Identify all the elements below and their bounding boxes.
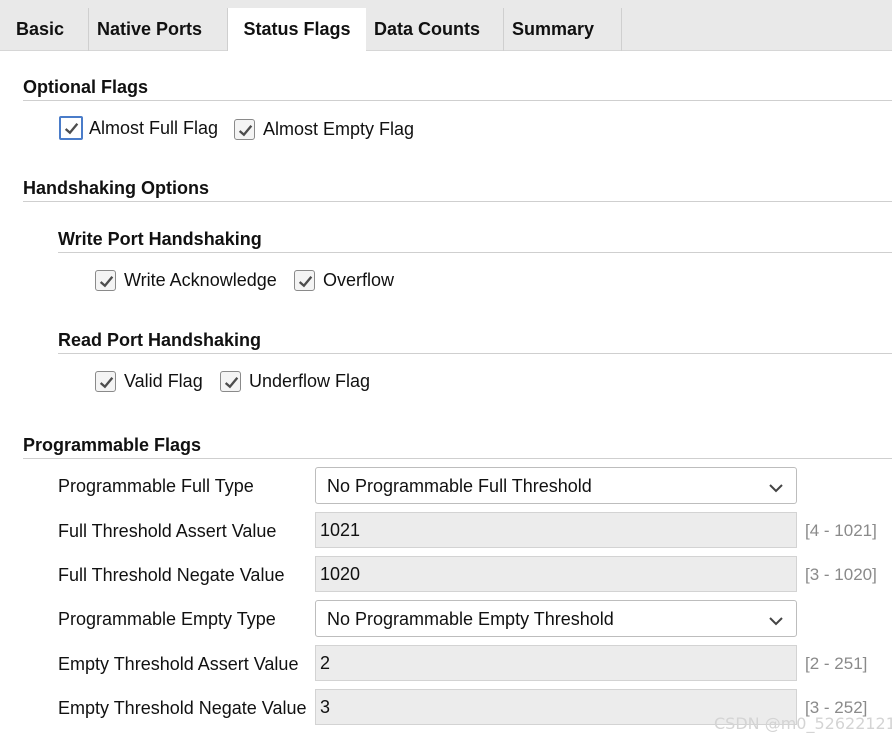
full-threshold-assert-field[interactable] [315,512,797,548]
full-threshold-negate-input[interactable] [316,557,796,591]
full-threshold-negate-field[interactable] [315,556,797,592]
programmable-empty-type-label: Programmable Empty Type [58,609,276,629]
checkbox-checked-icon [234,118,255,140]
empty-threshold-negate-label: Empty Threshold Negate Value [58,698,307,718]
almost-full-flag-label: Almost Full Flag [89,117,219,138]
write-acknowledge-checkbox[interactable]: Write Acknowledge [95,268,277,292]
underflow-flag-label: Underflow Flag [249,370,371,391]
almost-empty-flag-label: Almost Empty Flag [263,118,415,139]
read-port-handshaking-title: Read Port Handshaking [58,330,262,350]
write-port-handshaking-title: Write Port Handshaking [58,229,262,249]
tab-summary[interactable]: Summary [504,8,622,51]
divider [23,201,892,202]
checkbox-checked-icon [59,116,83,140]
programmable-flags-title: Programmable Flags [23,435,202,455]
watermark: CSDN @m0_52622121 [714,714,892,733]
tab-data-counts-label: Data Counts [374,19,481,39]
programmable-full-type-select[interactable]: No Programmable Full Threshold [315,467,797,504]
empty-threshold-assert-range: [2 - 251] [805,654,868,673]
full-threshold-negate-label: Full Threshold Negate Value [58,565,285,585]
overflow-label: Overflow [323,269,395,290]
divider [58,252,892,253]
full-threshold-negate-range: [3 - 1020] [805,565,877,584]
checkbox-checked-icon [95,370,116,392]
overflow-checkbox[interactable]: Overflow [294,268,394,292]
chevron-down-icon [768,479,784,500]
optional-flags-title: Optional Flags [23,77,149,97]
valid-flag-checkbox[interactable]: Valid Flag [95,369,203,393]
programmable-empty-type-select[interactable]: No Programmable Empty Threshold [315,600,797,637]
empty-threshold-assert-label: Empty Threshold Assert Value [58,654,299,674]
tab-status-flags[interactable]: Status Flags [228,8,366,52]
empty-threshold-assert-field[interactable] [315,645,797,681]
checkbox-checked-icon [220,370,241,392]
write-acknowledge-label: Write Acknowledge [124,269,277,290]
tab-basic-label: Basic [16,19,65,39]
divider [58,353,892,354]
full-threshold-assert-label: Full Threshold Assert Value [58,521,277,541]
tab-bar: Basic Native Ports Status Flags Data Cou… [0,0,892,52]
tab-data-counts[interactable]: Data Counts [366,8,504,51]
full-threshold-assert-input[interactable] [316,513,796,547]
programmable-full-type-value: No Programmable Full Threshold [327,476,592,496]
tab-summary-label: Summary [512,19,595,39]
almost-full-flag-checkbox[interactable]: Almost Full Flag [59,116,218,140]
divider [23,100,892,101]
checkbox-checked-icon [95,269,116,291]
programmable-full-type-label: Programmable Full Type [58,476,254,496]
tab-basic[interactable]: Basic [8,8,89,51]
tab-native-ports[interactable]: Native Ports [89,8,228,51]
chevron-down-icon [768,612,784,633]
valid-flag-label: Valid Flag [124,370,203,391]
empty-threshold-assert-input[interactable] [316,646,796,680]
tab-native-ports-label: Native Ports [97,19,203,39]
full-threshold-assert-range: [4 - 1021] [805,521,877,540]
handshaking-options-title: Handshaking Options [23,178,210,198]
underflow-flag-checkbox[interactable]: Underflow Flag [220,369,370,393]
programmable-empty-type-value: No Programmable Empty Threshold [327,609,614,629]
divider [23,458,892,459]
tab-status-flags-label: Status Flags [243,19,351,39]
checkbox-checked-icon [294,269,315,291]
almost-empty-flag-checkbox[interactable]: Almost Empty Flag [234,117,414,141]
